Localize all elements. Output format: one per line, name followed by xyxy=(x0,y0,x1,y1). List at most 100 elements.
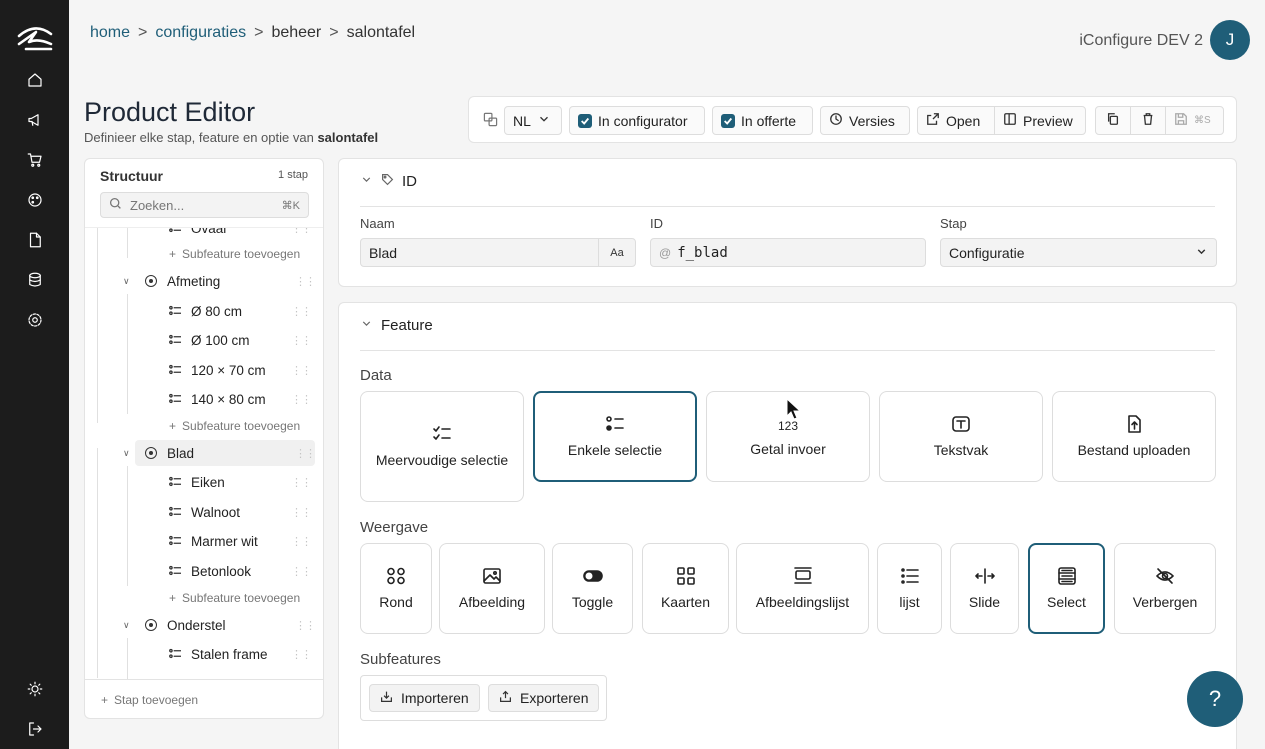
chevron-down-icon[interactable]: ∨ xyxy=(123,276,145,287)
display-toggle[interactable]: Toggle xyxy=(552,543,633,634)
translate-icon[interactable] xyxy=(483,112,498,130)
add-step-button[interactable]: + Stap toevoegen xyxy=(85,679,323,718)
document-icon[interactable] xyxy=(24,229,46,251)
database-icon[interactable] xyxy=(24,269,46,291)
tree-option[interactable]: Walnoot ⋮⋮ xyxy=(169,499,312,525)
tree-option[interactable]: Ø 80 cm ⋮⋮ xyxy=(169,298,312,324)
delete-button[interactable] xyxy=(1130,106,1166,135)
drag-handle-icon[interactable]: ⋮⋮ xyxy=(291,648,312,661)
tree-option[interactable]: Marmer wit ⋮⋮ xyxy=(169,528,312,554)
tree-option[interactable]: Ø 100 cm ⋮⋮ xyxy=(169,327,312,353)
breadcrumb: home > configuraties > beheer > salontaf… xyxy=(90,24,415,42)
in-offerte-toggle[interactable]: In offerte xyxy=(712,106,813,135)
drag-handle-icon[interactable]: ⋮⋮ xyxy=(291,476,312,489)
tree-feature[interactable]: ∨ Afmeting ⋮⋮ xyxy=(123,268,316,294)
tree-option[interactable]: 120 × 70 cm ⋮⋮ xyxy=(169,357,312,383)
display-image[interactable]: Afbeelding xyxy=(439,543,545,634)
drag-handle-icon[interactable]: ⋮⋮ xyxy=(291,506,312,519)
drag-handle-icon[interactable]: ⋮⋮ xyxy=(291,535,312,548)
tile-label: Tekstvak xyxy=(933,442,989,458)
data-type-text[interactable]: Tekstvak xyxy=(879,391,1043,482)
checkbox-checked-icon[interactable] xyxy=(578,113,592,128)
weergave-section-label: Weergave xyxy=(360,519,429,536)
in-configurator-toggle[interactable]: In configurator xyxy=(569,106,705,135)
drag-handle-icon[interactable]: ⋮⋮ xyxy=(291,393,312,406)
feature-section-title: Feature xyxy=(381,317,433,334)
add-subfeature-button[interactable]: + Subfeature toevoegen xyxy=(169,589,300,607)
editor-toolbar: NL In configurator In offerte Versies Op… xyxy=(468,96,1237,143)
drag-handle-icon[interactable]: ⋮⋮ xyxy=(295,447,316,460)
id-section-header[interactable]: ID xyxy=(360,173,417,190)
drag-handle-icon[interactable]: ⋮⋮ xyxy=(295,619,316,632)
text-case-button[interactable]: Aa xyxy=(598,239,635,266)
cart-icon[interactable] xyxy=(24,149,46,171)
tree-feature-selected[interactable]: ∨ Blad ⋮⋮ xyxy=(123,440,316,466)
feature-section-header[interactable]: Feature xyxy=(360,317,433,334)
tree-guide-line xyxy=(97,448,98,678)
chevron-down-icon[interactable] xyxy=(360,317,373,334)
export-button[interactable]: Exporteren xyxy=(488,684,600,712)
tile-label: Meervoudige selectie xyxy=(375,452,509,468)
logout-icon[interactable] xyxy=(24,718,46,740)
open-button[interactable]: Open xyxy=(917,106,995,135)
data-type-single-select[interactable]: Enkele selectie xyxy=(533,391,697,482)
display-hide[interactable]: Verbergen xyxy=(1114,543,1216,634)
checkbox-checked-icon[interactable] xyxy=(721,113,735,128)
image-list-icon xyxy=(793,567,813,588)
feature-radio-icon xyxy=(145,275,157,287)
display-image-list[interactable]: Afbeeldingslijst xyxy=(736,543,869,634)
drag-handle-icon[interactable]: ⋮⋮ xyxy=(291,364,312,377)
duplicate-button[interactable] xyxy=(1095,106,1131,135)
chevron-down-icon[interactable]: ∨ xyxy=(123,448,145,459)
versions-button[interactable]: Versies xyxy=(820,106,910,135)
megaphone-icon[interactable] xyxy=(24,109,46,131)
chevron-down-icon[interactable] xyxy=(360,173,373,190)
save-button[interactable]: ⌘S xyxy=(1165,106,1224,135)
structure-search-input[interactable]: Zoeken... ⌘K xyxy=(100,192,309,218)
breadcrumb-home[interactable]: home xyxy=(90,24,130,42)
option-list-icon xyxy=(169,363,191,378)
tree-option[interactable]: Stalen frame ⋮⋮ xyxy=(169,641,312,667)
import-button[interactable]: Importeren xyxy=(369,684,480,712)
tree-option[interactable]: Eiken ⋮⋮ xyxy=(169,469,312,495)
logo-icon[interactable] xyxy=(16,22,54,52)
stap-select[interactable]: Configuratie xyxy=(940,238,1217,267)
id-input[interactable]: @ f_blad xyxy=(650,238,926,267)
drag-handle-icon[interactable]: ⋮⋮ xyxy=(291,305,312,318)
structure-panel: Structuur 1 stap Zoeken... ⌘K Ovaal ⋮⋮ +… xyxy=(84,158,324,719)
display-slide[interactable]: Slide xyxy=(950,543,1019,634)
settings-icon[interactable] xyxy=(24,309,46,331)
tree-option[interactable]: Betonlook ⋮⋮ xyxy=(169,558,312,584)
tree-option[interactable]: Ovaal ⋮⋮ xyxy=(169,228,312,241)
theme-sun-icon[interactable] xyxy=(24,678,46,700)
drag-handle-icon[interactable]: ⋮⋮ xyxy=(291,228,312,235)
display-round[interactable]: Rond xyxy=(360,543,432,634)
tree-option[interactable]: 140 × 80 cm ⋮⋮ xyxy=(169,386,312,412)
breadcrumb-configuraties[interactable]: configuraties xyxy=(155,24,246,42)
option-label: 140 × 80 cm xyxy=(191,391,266,407)
drag-handle-icon[interactable]: ⋮⋮ xyxy=(291,565,312,578)
drag-handle-icon[interactable]: ⋮⋮ xyxy=(291,334,312,347)
option-label: Ø 100 cm xyxy=(191,332,250,348)
add-subfeature-button[interactable]: + Subfeature toevoegen xyxy=(169,417,300,435)
chevron-down-icon[interactable]: ∨ xyxy=(123,620,145,631)
display-list[interactable]: lijst xyxy=(877,543,942,634)
tile-label: Verbergen xyxy=(1132,594,1198,610)
home-icon[interactable] xyxy=(24,69,46,91)
data-type-upload[interactable]: Bestand uploaden xyxy=(1052,391,1216,482)
display-cards[interactable]: Kaarten xyxy=(642,543,729,634)
tag-icon xyxy=(381,173,394,190)
add-subfeature-button[interactable]: + Subfeature toevoegen xyxy=(169,245,300,263)
option-list-icon xyxy=(169,392,191,407)
add-step-label: Stap toevoegen xyxy=(114,693,199,707)
language-select[interactable]: NL xyxy=(504,106,562,135)
preview-button[interactable]: Preview xyxy=(994,106,1086,135)
tree-feature[interactable]: ∨ Onderstel ⋮⋮ xyxy=(123,612,316,638)
avatar[interactable]: J xyxy=(1210,20,1250,60)
help-button[interactable]: ? xyxy=(1187,671,1243,727)
naam-input[interactable]: Blad Aa xyxy=(360,238,636,267)
data-type-multi-select[interactable]: Meervoudige selectie xyxy=(360,391,524,502)
drag-handle-icon[interactable]: ⋮⋮ xyxy=(295,275,316,288)
display-select[interactable]: Select xyxy=(1028,543,1105,634)
palette-icon[interactable] xyxy=(24,189,46,211)
